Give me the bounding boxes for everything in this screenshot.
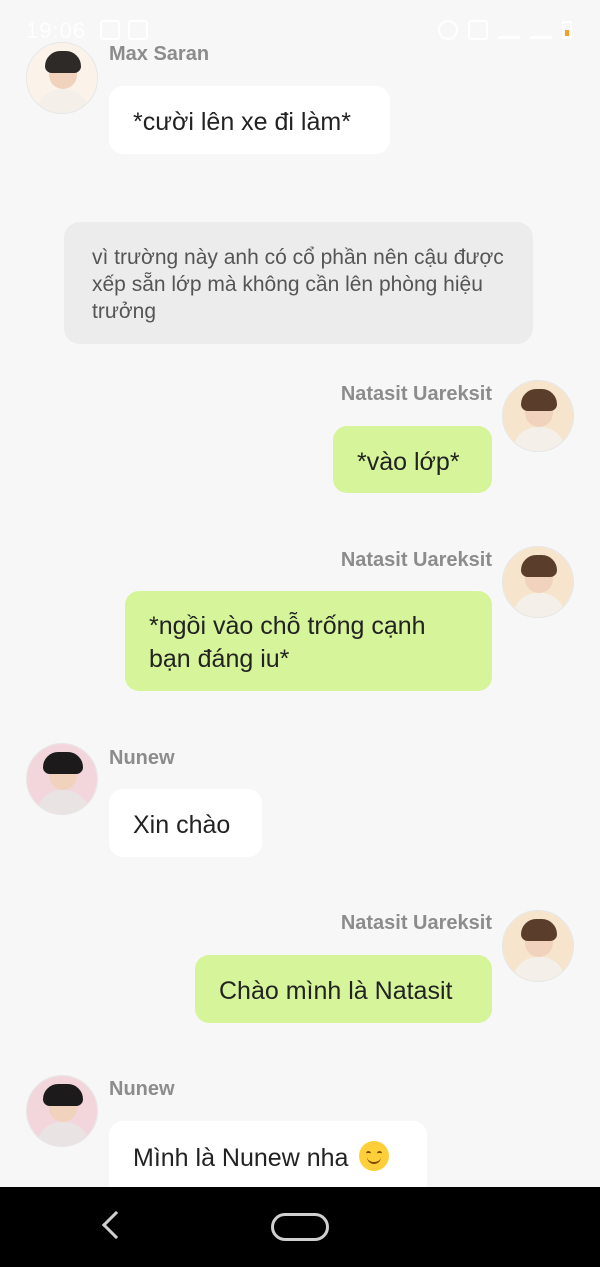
avatar-natasit[interactable] xyxy=(502,910,574,982)
message-bubble-outgoing[interactable]: *vào lớp* xyxy=(333,426,492,493)
app-notification-icon xyxy=(100,20,120,40)
battery-icon xyxy=(562,21,572,39)
avatar-natasit[interactable] xyxy=(502,380,574,452)
sender-name: Max Saran xyxy=(109,43,210,65)
wifi-icon xyxy=(498,21,520,39)
notification-icons xyxy=(100,20,148,40)
vibrate-icon xyxy=(468,20,488,40)
system-icons xyxy=(438,20,572,40)
avatar-nunew[interactable] xyxy=(26,1075,98,1147)
sender-name: Nunew xyxy=(109,1078,175,1100)
status-time: 19:06 xyxy=(26,18,87,43)
chat-screen: 19:06 Max Saran *cười lên xe đi làm* vì … xyxy=(0,0,600,1267)
sender-name: Natasit Uareksit xyxy=(340,912,492,934)
sender-name: Nunew xyxy=(109,747,175,769)
image-notification-icon xyxy=(128,20,148,40)
signal-icon xyxy=(530,21,552,39)
smiling-face-emoji-icon xyxy=(359,1141,390,1171)
message-text: Mình là Nunew nha xyxy=(133,1144,349,1172)
message-bubble-outgoing[interactable]: Chào mình là Natasit xyxy=(195,955,492,1023)
narration-bubble[interactable]: vì trường này anh có cổ phần nên cậu đượ… xyxy=(64,222,533,344)
sender-name: Natasit Uareksit xyxy=(340,549,492,571)
back-icon[interactable] xyxy=(101,1210,131,1240)
message-bubble-incoming[interactable]: *cười lên xe đi làm* xyxy=(109,86,390,154)
message-bubble-incoming[interactable]: Mình là Nunew nha xyxy=(109,1121,427,1187)
message-bubble-outgoing[interactable]: *ngồi vào chỗ trống cạnh bạn đáng iu* xyxy=(125,591,492,691)
sender-name: Natasit Uareksit xyxy=(340,383,492,405)
message-bubble-incoming[interactable]: Xin chào xyxy=(109,789,262,857)
avatar-nunew[interactable] xyxy=(26,743,98,815)
avatar-natasit[interactable] xyxy=(502,546,574,618)
navigation-bar xyxy=(0,1187,600,1267)
home-button[interactable] xyxy=(271,1213,329,1241)
avatar-max-saran[interactable] xyxy=(26,42,98,114)
alarm-icon xyxy=(438,20,458,40)
